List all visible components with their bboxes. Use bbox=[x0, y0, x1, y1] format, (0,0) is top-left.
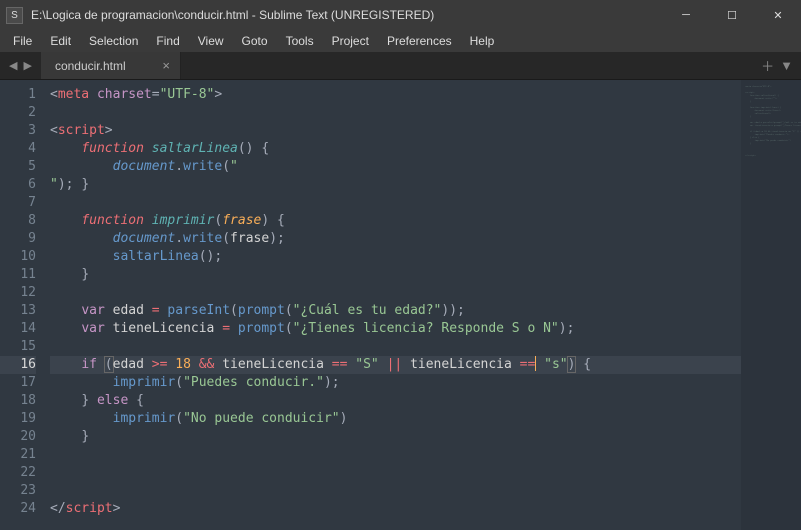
code-line[interactable]: imprimir("Puedes conducir."); bbox=[50, 374, 741, 392]
line-number: 16 bbox=[0, 356, 36, 374]
menu-file[interactable]: File bbox=[4, 32, 41, 50]
minimap-line: </script> bbox=[745, 155, 797, 158]
code-line[interactable]: } bbox=[50, 428, 741, 446]
code-line[interactable]: imprimir("No puede conduicir") bbox=[50, 410, 741, 428]
title-bar: S E:\Logica de programacion\conducir.htm… bbox=[0, 0, 801, 30]
line-number: 21 bbox=[0, 446, 36, 464]
line-number: 5 bbox=[0, 158, 36, 176]
window-controls: ─ ☐ ✕ bbox=[663, 0, 801, 30]
code-line[interactable]: var tieneLicencia = prompt("¿Tienes lice… bbox=[50, 320, 741, 338]
line-number: 9 bbox=[0, 230, 36, 248]
minimize-button[interactable]: ─ bbox=[663, 0, 709, 30]
line-number: 11 bbox=[0, 266, 36, 284]
code-line[interactable]: if (edad >= 18 && tieneLicencia == "S" |… bbox=[50, 356, 741, 374]
tab-right-controls: ＋ ▼ bbox=[753, 52, 801, 79]
nav-arrows: ◀ ▶ bbox=[0, 52, 41, 79]
line-number: 14 bbox=[0, 320, 36, 338]
editor-area: 123456789101112131415161718192021222324 … bbox=[0, 80, 801, 530]
code-line[interactable]: </script> bbox=[50, 500, 741, 518]
minimap-line: imprimir("No puede conduicir") bbox=[745, 140, 797, 143]
line-number: 1 bbox=[0, 86, 36, 104]
code-line[interactable] bbox=[50, 446, 741, 464]
tab-conducir[interactable]: conducir.html × bbox=[41, 52, 181, 79]
tab-spacer bbox=[181, 52, 753, 79]
menu-goto[interactable]: Goto bbox=[233, 32, 277, 50]
line-number: 2 bbox=[0, 104, 36, 122]
code-line[interactable]: function saltarLinea() { bbox=[50, 140, 741, 158]
code-line[interactable]: <script> bbox=[50, 122, 741, 140]
minimap[interactable]: <meta charset="UTF-8"> <script> function… bbox=[741, 80, 801, 530]
code-line[interactable] bbox=[50, 482, 741, 500]
line-number: 17 bbox=[0, 374, 36, 392]
code-line[interactable] bbox=[50, 338, 741, 356]
line-number: 22 bbox=[0, 464, 36, 482]
tab-bar: ◀ ▶ conducir.html × ＋ ▼ bbox=[0, 52, 801, 80]
line-number: 7 bbox=[0, 194, 36, 212]
line-number: 20 bbox=[0, 428, 36, 446]
code-line[interactable]: saltarLinea(); bbox=[50, 248, 741, 266]
nav-back-icon[interactable]: ◀ bbox=[6, 59, 20, 72]
new-tab-icon[interactable]: ＋ bbox=[761, 56, 774, 75]
menu-help[interactable]: Help bbox=[461, 32, 504, 50]
code-line[interactable]: var edad = parseInt(prompt("¿Cuál es tu … bbox=[50, 302, 741, 320]
line-number: 8 bbox=[0, 212, 36, 230]
tab-label: conducir.html bbox=[55, 59, 126, 73]
tab-close-icon[interactable]: × bbox=[162, 58, 170, 73]
code-line[interactable]: } bbox=[50, 176, 741, 194]
line-number: 24 bbox=[0, 500, 36, 518]
line-number: 18 bbox=[0, 392, 36, 410]
menu-tools[interactable]: Tools bbox=[277, 32, 323, 50]
line-number-gutter: 123456789101112131415161718192021222324 bbox=[0, 80, 44, 530]
maximize-button[interactable]: ☐ bbox=[709, 0, 755, 30]
menu-selection[interactable]: Selection bbox=[80, 32, 147, 50]
line-number: 19 bbox=[0, 410, 36, 428]
menu-preferences[interactable]: Preferences bbox=[378, 32, 461, 50]
line-number: 12 bbox=[0, 284, 36, 302]
line-number: 6 bbox=[0, 176, 36, 194]
menu-bar: File Edit Selection Find View Goto Tools… bbox=[0, 30, 801, 52]
line-number: 3 bbox=[0, 122, 36, 140]
menu-edit[interactable]: Edit bbox=[41, 32, 80, 50]
code-line[interactable]: } bbox=[50, 266, 741, 284]
menu-find[interactable]: Find bbox=[147, 32, 188, 50]
code-line[interactable] bbox=[50, 194, 741, 212]
code-area[interactable]: <meta charset="UTF-8"> <script> function… bbox=[44, 80, 741, 530]
code-line[interactable]: } else { bbox=[50, 392, 741, 410]
menu-project[interactable]: Project bbox=[323, 32, 378, 50]
app-icon: S bbox=[6, 7, 23, 24]
tab-dropdown-icon[interactable]: ▼ bbox=[780, 58, 793, 73]
menu-view[interactable]: View bbox=[189, 32, 233, 50]
code-line[interactable] bbox=[50, 464, 741, 482]
minimap-line: var tieneLicencia = prompt("¿Tienes lice… bbox=[745, 125, 797, 128]
line-number: 23 bbox=[0, 482, 36, 500]
line-number: 10 bbox=[0, 248, 36, 266]
line-number: 13 bbox=[0, 302, 36, 320]
nav-forward-icon[interactable]: ▶ bbox=[20, 59, 34, 72]
code-line[interactable]: document.write(""); bbox=[50, 158, 741, 176]
close-button[interactable]: ✕ bbox=[755, 0, 801, 30]
line-number: 15 bbox=[0, 338, 36, 356]
code-line[interactable]: <meta charset="UTF-8"> bbox=[50, 86, 741, 104]
window-title: E:\Logica de programacion\conducir.html … bbox=[31, 8, 663, 22]
code-line[interactable]: document.write(frase); bbox=[50, 230, 741, 248]
code-line[interactable]: function imprimir(frase) { bbox=[50, 212, 741, 230]
line-number: 4 bbox=[0, 140, 36, 158]
code-line[interactable] bbox=[50, 284, 741, 302]
code-line[interactable] bbox=[50, 104, 741, 122]
